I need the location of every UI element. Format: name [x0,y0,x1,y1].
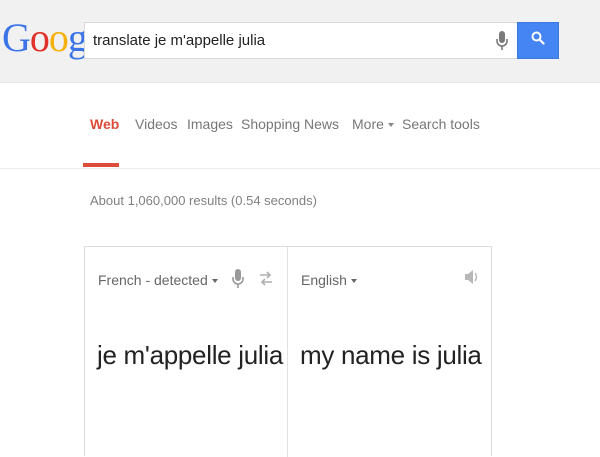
chevron-down-icon [350,279,357,284]
search-button[interactable] [517,22,559,59]
source-language-select[interactable]: French - detected [98,272,218,288]
result-stats: About 1,060,000 results (0.54 seconds) [90,193,317,208]
translated-text: my name is julia [300,340,482,370]
tab-videos[interactable]: Videos [135,116,178,132]
target-pane: English my name is julia [288,247,491,457]
search-box [84,22,517,59]
logo-letter: G [2,15,31,60]
source-language-label: French - detected [98,272,208,288]
speaker-icon[interactable] [463,267,479,292]
search-tabs: Web Videos Images Shopping News More Sea… [0,83,600,169]
tab-news[interactable]: News [304,116,339,132]
tab-more-label: More [352,116,384,132]
tab-shopping[interactable]: Shopping [241,116,300,132]
chevron-down-icon [211,279,218,284]
active-tab-indicator [83,163,119,167]
header-bar: Google [0,0,600,83]
logo-letter: o [48,15,69,60]
microphone-icon[interactable] [495,29,509,53]
swap-arrows-icon[interactable] [258,270,274,293]
translate-card: French - detected je m'appelle julia Eng… [84,246,492,457]
tab-images[interactable]: Images [187,116,233,132]
magnifier-icon [531,31,545,50]
tab-search-tools[interactable]: Search tools [402,116,480,132]
logo-letter: o [29,15,50,60]
tab-more[interactable]: More [352,116,394,132]
target-language-label: English [301,272,347,288]
tab-web[interactable]: Web [90,116,119,132]
chevron-down-icon [387,123,394,128]
microphone-icon[interactable] [231,267,245,296]
source-pane: French - detected je m'appelle julia [85,247,288,457]
search-input[interactable] [93,23,483,58]
target-language-select[interactable]: English [301,272,357,288]
source-text[interactable]: je m'appelle julia [97,340,283,371]
